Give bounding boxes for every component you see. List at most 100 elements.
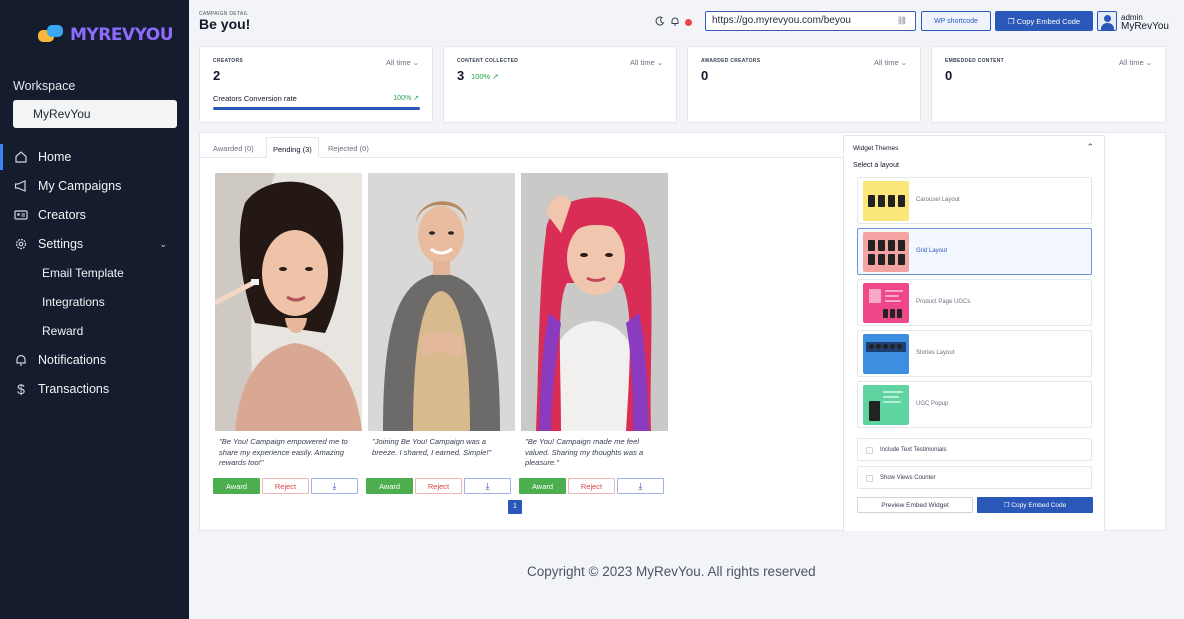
sidebar-item-settings[interactable]: Settings ⌄ xyxy=(0,231,189,257)
tab-rejected[interactable]: Rejected (0) xyxy=(328,137,369,158)
gear-icon xyxy=(13,236,29,252)
period-dropdown[interactable]: All time ⌄ xyxy=(630,58,663,67)
layout-option-grid[interactable]: Grid Layout xyxy=(857,228,1092,275)
download-icon: ⤓ xyxy=(485,481,490,491)
layout-option-product-page[interactable]: Product Page UGCs xyxy=(857,279,1092,326)
moon-icon[interactable] xyxy=(655,16,665,28)
avatar[interactable] xyxy=(1097,11,1117,31)
copy-icon: ❐ xyxy=(1007,17,1017,26)
tab-pending[interactable]: Pending (3) xyxy=(266,137,319,158)
grid-layout-icon xyxy=(863,232,909,272)
layout-option-ugc-popup[interactable]: UGC Popup xyxy=(857,381,1092,428)
reject-button[interactable]: Reject xyxy=(415,478,462,494)
layout-option-stories[interactable]: Stories Layout xyxy=(857,330,1092,377)
ugc-photo[interactable] xyxy=(215,173,362,431)
sidebar-item-notifications[interactable]: Notifications xyxy=(0,347,189,373)
notification-badge xyxy=(685,18,692,26)
sidebar-item-label: Transactions xyxy=(38,382,110,396)
stories-layout-icon xyxy=(863,334,909,374)
sidebar-item-transactions[interactable]: $ Transactions xyxy=(0,376,189,402)
reject-button[interactable]: Reject xyxy=(262,478,309,494)
stat-card-awarded-creators: AWARDED CREATORS All time ⌄ 0 xyxy=(687,46,921,123)
download-icon: ⤓ xyxy=(638,481,643,491)
ugc-photo[interactable] xyxy=(368,173,515,431)
sidebar-item-my-campaigns[interactable]: My Campaigns xyxy=(0,173,189,199)
stat-value: 0 xyxy=(945,68,953,83)
period-dropdown[interactable]: All time ⌄ xyxy=(1119,58,1152,67)
sidebar-item-home[interactable]: Home xyxy=(0,144,189,170)
home-icon xyxy=(13,149,29,165)
reject-button[interactable]: Reject xyxy=(568,478,615,494)
layout-name: Stories Layout xyxy=(916,350,955,356)
testimonial-text: "Joining Be You! Campaign was a breeze. … xyxy=(372,437,492,457)
download-button[interactable]: ⤓ xyxy=(617,478,664,494)
copy-embed-code-label: Copy Embed Code xyxy=(1016,17,1081,26)
sidebar-item-integrations[interactable]: Integrations xyxy=(42,295,105,309)
content-tabs: Awarded (0) Pending (3) Rejected (0) xyxy=(200,133,845,158)
copy-embed-code-button[interactable]: ❐ Copy Embed Code xyxy=(995,11,1093,31)
award-button[interactable]: Award xyxy=(366,478,413,494)
workspace-select[interactable]: MyRevYou xyxy=(13,100,177,128)
product-page-layout-icon xyxy=(863,283,909,323)
option-label: Show Views Counter xyxy=(880,475,936,481)
workspace-label: Workspace xyxy=(13,79,76,93)
wp-shortcode-button[interactable]: WP shortcode xyxy=(921,11,991,31)
layout-name: Carousel Layout xyxy=(916,197,960,203)
sidebar: MYREVYOU Workspace MyRevYou Home My Camp… xyxy=(0,0,189,619)
layout-name: Product Page UGCs xyxy=(916,299,971,305)
conversion-label: Creators Conversion rate xyxy=(213,94,297,103)
stat-card-content-collected: CONTENT COLLECTED All time ⌄ 3 100% ↗ xyxy=(443,46,677,123)
include-text-testimonials-option[interactable]: Include Text Testimonials xyxy=(857,438,1092,461)
ugc-actions: Award Reject ⤓ xyxy=(366,478,511,494)
logo-text: MYREVYOU xyxy=(70,25,174,45)
widget-themes-title: Widget Themes xyxy=(853,145,899,152)
award-button[interactable]: Award xyxy=(213,478,260,494)
sidebar-item-reward[interactable]: Reward xyxy=(42,324,83,338)
conversion-progress-fill xyxy=(213,107,420,110)
ugc-card: "Be You! Campaign made me feel valued. S… xyxy=(519,173,668,494)
download-button[interactable]: ⤓ xyxy=(311,478,358,494)
sidebar-item-label: Creators xyxy=(38,208,86,222)
stat-value: 3 xyxy=(457,68,465,83)
show-views-counter-option[interactable]: Show Views Counter xyxy=(857,466,1092,489)
layout-name: Grid Layout xyxy=(916,248,948,254)
chevron-up-icon[interactable]: ⌃ xyxy=(1086,142,1094,153)
stat-value: 0 xyxy=(701,68,709,83)
ugc-actions: Award Reject ⤓ xyxy=(519,478,664,494)
layout-option-carousel[interactable]: Carousel Layout xyxy=(857,177,1092,224)
chevron-down-icon: ⌄ xyxy=(159,238,167,249)
award-button[interactable]: Award xyxy=(519,478,566,494)
ugc-card: "Joining Be You! Campaign was a breeze. … xyxy=(366,173,515,494)
link-icon[interactable]: ⛓ xyxy=(897,16,907,25)
period-dropdown[interactable]: All time ⌄ xyxy=(874,58,907,67)
widget-themes-panel: Widget Themes ⌃ Select a layout Carousel… xyxy=(843,135,1105,531)
conversion-progress-bar xyxy=(213,107,420,110)
logo-mark-icon xyxy=(38,24,64,46)
sidebar-item-email-template[interactable]: Email Template xyxy=(42,266,124,280)
stat-label: EMBEDDED CONTENT xyxy=(945,58,1004,64)
bell-icon[interactable] xyxy=(670,16,680,28)
stat-card-embedded-content: EMBEDDED CONTENT All time ⌄ 0 xyxy=(931,46,1166,123)
stat-label: CONTENT COLLECTED xyxy=(457,58,519,64)
tab-awarded[interactable]: Awarded (0) xyxy=(213,137,254,158)
download-button[interactable]: ⤓ xyxy=(464,478,511,494)
layout-name: UGC Popup xyxy=(916,401,949,407)
option-label: Include Text Testimonials xyxy=(880,447,947,453)
copy-embed-code-label: Copy Embed Code xyxy=(1011,502,1067,509)
widget-themes-subtitle: Select a layout xyxy=(853,162,899,169)
logo[interactable]: MYREVYOU xyxy=(38,24,174,46)
ugc-photo[interactable] xyxy=(521,173,668,431)
top-icons xyxy=(655,16,692,28)
conversion-value: 100% ↗ xyxy=(393,95,419,102)
sidebar-item-label: Notifications xyxy=(38,353,107,367)
sidebar-item-creators[interactable]: Creators xyxy=(0,202,189,228)
copy-embed-code-button-widget[interactable]: ❐ Copy Embed Code xyxy=(977,497,1093,513)
period-dropdown[interactable]: All time ⌄ xyxy=(386,58,419,67)
pagination-page[interactable]: 1 xyxy=(508,500,522,514)
preview-embed-widget-button[interactable]: Preview Embed Widget xyxy=(857,497,973,513)
include-text-testimonials-checkbox[interactable] xyxy=(866,447,873,454)
campaign-url-field[interactable]: https://go.myrevyou.com/beyou ⛓ xyxy=(705,11,916,31)
sidebar-item-label: Home xyxy=(38,150,72,164)
show-views-counter-checkbox[interactable] xyxy=(866,475,873,482)
campaign-url-text: https://go.myrevyou.com/beyou xyxy=(712,15,851,26)
